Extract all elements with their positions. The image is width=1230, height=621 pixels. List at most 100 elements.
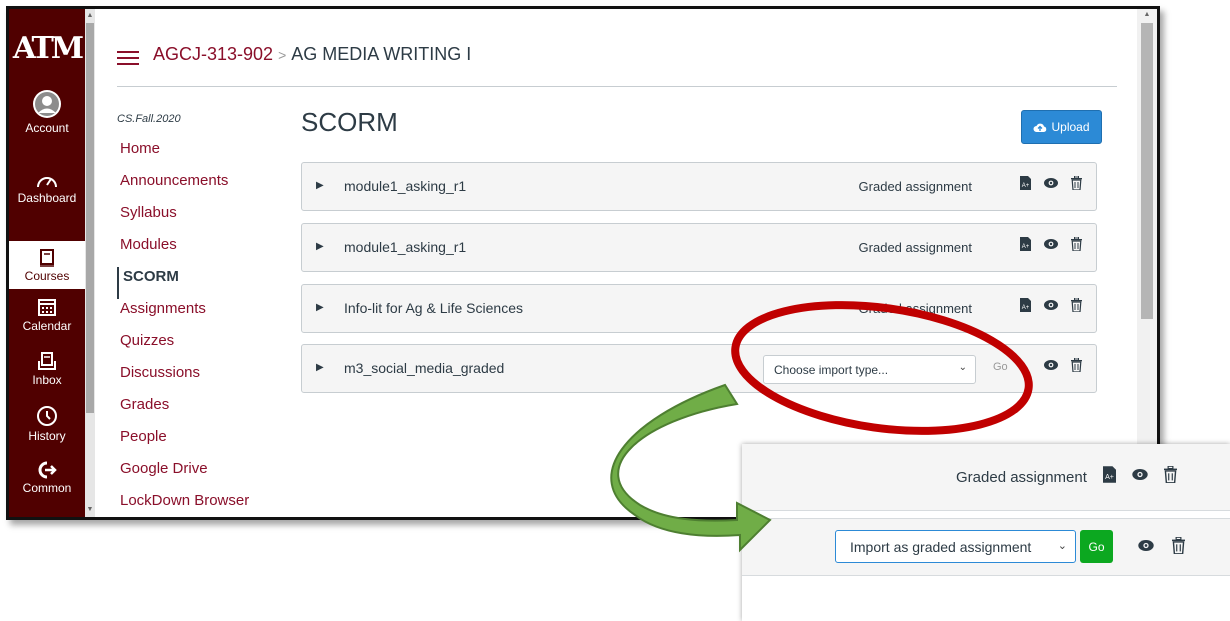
expand-caret-icon[interactable]: ▶ bbox=[316, 180, 324, 191]
package-name: Info-lit for Ag & Life Sciences bbox=[344, 300, 523, 316]
package-status: Graded assignment bbox=[858, 179, 972, 194]
course-nav-discussions[interactable]: Discussions bbox=[117, 363, 287, 395]
expand-caret-icon[interactable]: ▶ bbox=[316, 241, 324, 252]
scorm-package-row[interactable]: ▶ Info-lit for Ag & Life Sciences Graded… bbox=[301, 284, 1097, 333]
hamburger-menu-icon[interactable] bbox=[117, 51, 139, 65]
nav-label: Dashboard bbox=[17, 191, 77, 205]
course-nav-assignments[interactable]: Assignments bbox=[117, 299, 287, 331]
nav-label: Account bbox=[25, 121, 69, 135]
course-nav: CS.Fall.2020 Home Announcements Syllabus… bbox=[117, 113, 287, 517]
svg-text:A+: A+ bbox=[1022, 305, 1030, 311]
nav-account[interactable]: Account bbox=[9, 89, 85, 135]
nav-label: Calendar bbox=[22, 319, 72, 333]
go-button-disabled[interactable]: Go bbox=[993, 361, 1008, 373]
package-status: Graded assignment bbox=[858, 240, 972, 255]
breadcrumb: AGCJ-313-902 > AG MEDIA WRITING I bbox=[153, 44, 471, 65]
course-nav-syllabus[interactable]: Syllabus bbox=[117, 203, 287, 235]
eye-icon[interactable] bbox=[1138, 540, 1154, 551]
expand-caret-icon[interactable]: ▶ bbox=[316, 302, 324, 313]
history-icon bbox=[37, 406, 57, 426]
global-nav: ATM Account Dashboard Courses Calendar I… bbox=[9, 9, 85, 517]
eye-icon[interactable] bbox=[1132, 469, 1148, 480]
gradebook-icon[interactable]: A+ bbox=[1020, 237, 1031, 251]
package-name: m3_social_media_graded bbox=[344, 360, 505, 376]
eye-icon[interactable] bbox=[1044, 360, 1058, 370]
svg-text:A+: A+ bbox=[1022, 183, 1030, 189]
eye-icon[interactable] bbox=[1044, 239, 1058, 249]
nav-label: Courses bbox=[24, 269, 70, 283]
nav-calendar[interactable]: Calendar bbox=[9, 297, 85, 333]
breadcrumb-separator: > bbox=[278, 47, 287, 63]
inset-row-import: Import as graded assignment ⌄ Go bbox=[742, 518, 1230, 576]
go-button[interactable]: Go bbox=[1080, 530, 1113, 563]
calendar-icon bbox=[38, 299, 56, 316]
course-nav-google-drive[interactable]: Google Drive bbox=[117, 459, 287, 491]
package-status: Graded assignment bbox=[956, 469, 1087, 486]
course-nav-home[interactable]: Home bbox=[117, 139, 287, 171]
chevron-down-icon: ⌄ bbox=[958, 362, 967, 373]
nav-label: Inbox bbox=[32, 373, 62, 387]
course-nav-grades[interactable]: Grades bbox=[117, 395, 287, 427]
nav-commons[interactable]: Common bbox=[9, 461, 85, 495]
trash-icon[interactable] bbox=[1071, 237, 1082, 251]
nav-scrollbar[interactable]: ▲ ▼ bbox=[85, 9, 95, 517]
scroll-thumb[interactable] bbox=[86, 23, 94, 413]
commons-icon bbox=[38, 461, 57, 479]
chevron-down-icon: ⌄ bbox=[1057, 540, 1067, 552]
nav-history[interactable]: History bbox=[9, 405, 85, 443]
scorm-package-row[interactable]: ▶ m3_social_media_graded Choose import t… bbox=[301, 344, 1097, 393]
course-nav-scorm[interactable]: SCORM bbox=[117, 267, 287, 299]
gradebook-icon[interactable]: A+ bbox=[1103, 466, 1116, 483]
import-type-select[interactable]: Import as graded assignment ⌄ bbox=[835, 530, 1076, 563]
tamu-logo[interactable]: ATM bbox=[9, 31, 85, 66]
breadcrumb-current: AG MEDIA WRITING I bbox=[291, 44, 472, 64]
svg-text:A+: A+ bbox=[1105, 473, 1114, 481]
scroll-up-icon[interactable]: ▲ bbox=[1141, 11, 1153, 18]
trash-icon[interactable] bbox=[1071, 176, 1082, 190]
package-name: module1_asking_r1 bbox=[344, 178, 467, 194]
eye-icon[interactable] bbox=[1044, 300, 1058, 310]
inset-row-graded: Graded assignment A+ bbox=[742, 444, 1230, 511]
scorm-package-row[interactable]: ▶ module1_asking_r1 Graded assignment A+ bbox=[301, 162, 1097, 211]
gradebook-icon[interactable]: A+ bbox=[1020, 298, 1031, 312]
gradebook-icon[interactable]: A+ bbox=[1020, 176, 1031, 190]
page-scrollbar[interactable]: ▲ bbox=[1137, 9, 1157, 517]
browser-window: ATM Account Dashboard Courses Calendar I… bbox=[6, 6, 1160, 520]
course-nav-modules[interactable]: Modules bbox=[117, 235, 287, 267]
svg-text:A+: A+ bbox=[1022, 244, 1030, 250]
expand-caret-icon[interactable]: ▶ bbox=[316, 362, 324, 373]
page-title: SCORM bbox=[301, 107, 398, 137]
zoomed-inset: Graded assignment A+ Import as graded as… bbox=[742, 444, 1230, 621]
scroll-up-icon[interactable]: ▲ bbox=[86, 11, 94, 21]
import-type-select[interactable]: Choose import type... ⌄ bbox=[763, 355, 976, 384]
package-name: module1_asking_r1 bbox=[344, 239, 467, 255]
course-nav-lockdown-browser[interactable]: LockDown Browser bbox=[117, 491, 287, 517]
import-type-value: Choose import type... bbox=[774, 363, 889, 377]
course-nav-announcements[interactable]: Announcements bbox=[117, 171, 287, 203]
nav-label: Common bbox=[22, 481, 72, 495]
course-nav-quizzes[interactable]: Quizzes bbox=[117, 331, 287, 363]
nav-dashboard[interactable]: Dashboard bbox=[9, 171, 85, 205]
upload-button[interactable]: Upload bbox=[1021, 110, 1102, 144]
account-icon bbox=[33, 90, 61, 118]
trash-icon[interactable] bbox=[1164, 466, 1177, 483]
inbox-icon bbox=[38, 352, 56, 370]
nav-courses[interactable]: Courses bbox=[9, 241, 85, 289]
trash-icon[interactable] bbox=[1071, 358, 1082, 372]
import-type-value: Import as graded assignment bbox=[850, 539, 1032, 555]
trash-icon[interactable] bbox=[1172, 537, 1185, 554]
dashboard-icon bbox=[37, 177, 57, 188]
eye-icon[interactable] bbox=[1044, 178, 1058, 188]
breadcrumb-course-link[interactable]: AGCJ-313-902 bbox=[153, 44, 273, 64]
trash-icon[interactable] bbox=[1071, 298, 1082, 312]
scroll-down-icon[interactable]: ▼ bbox=[86, 505, 94, 515]
term-label: CS.Fall.2020 bbox=[117, 113, 181, 125]
cloud-upload-icon bbox=[1033, 123, 1047, 132]
package-status: Graded assignment bbox=[858, 301, 972, 316]
scroll-thumb[interactable] bbox=[1141, 23, 1153, 319]
main-content: AGCJ-313-902 > AG MEDIA WRITING I CS.Fall.… bbox=[95, 9, 1157, 517]
scorm-package-row[interactable]: ▶ module1_asking_r1 Graded assignment A+ bbox=[301, 223, 1097, 272]
course-nav-people[interactable]: People bbox=[117, 427, 287, 459]
nav-label: History bbox=[28, 429, 66, 443]
nav-inbox[interactable]: Inbox bbox=[9, 351, 85, 387]
